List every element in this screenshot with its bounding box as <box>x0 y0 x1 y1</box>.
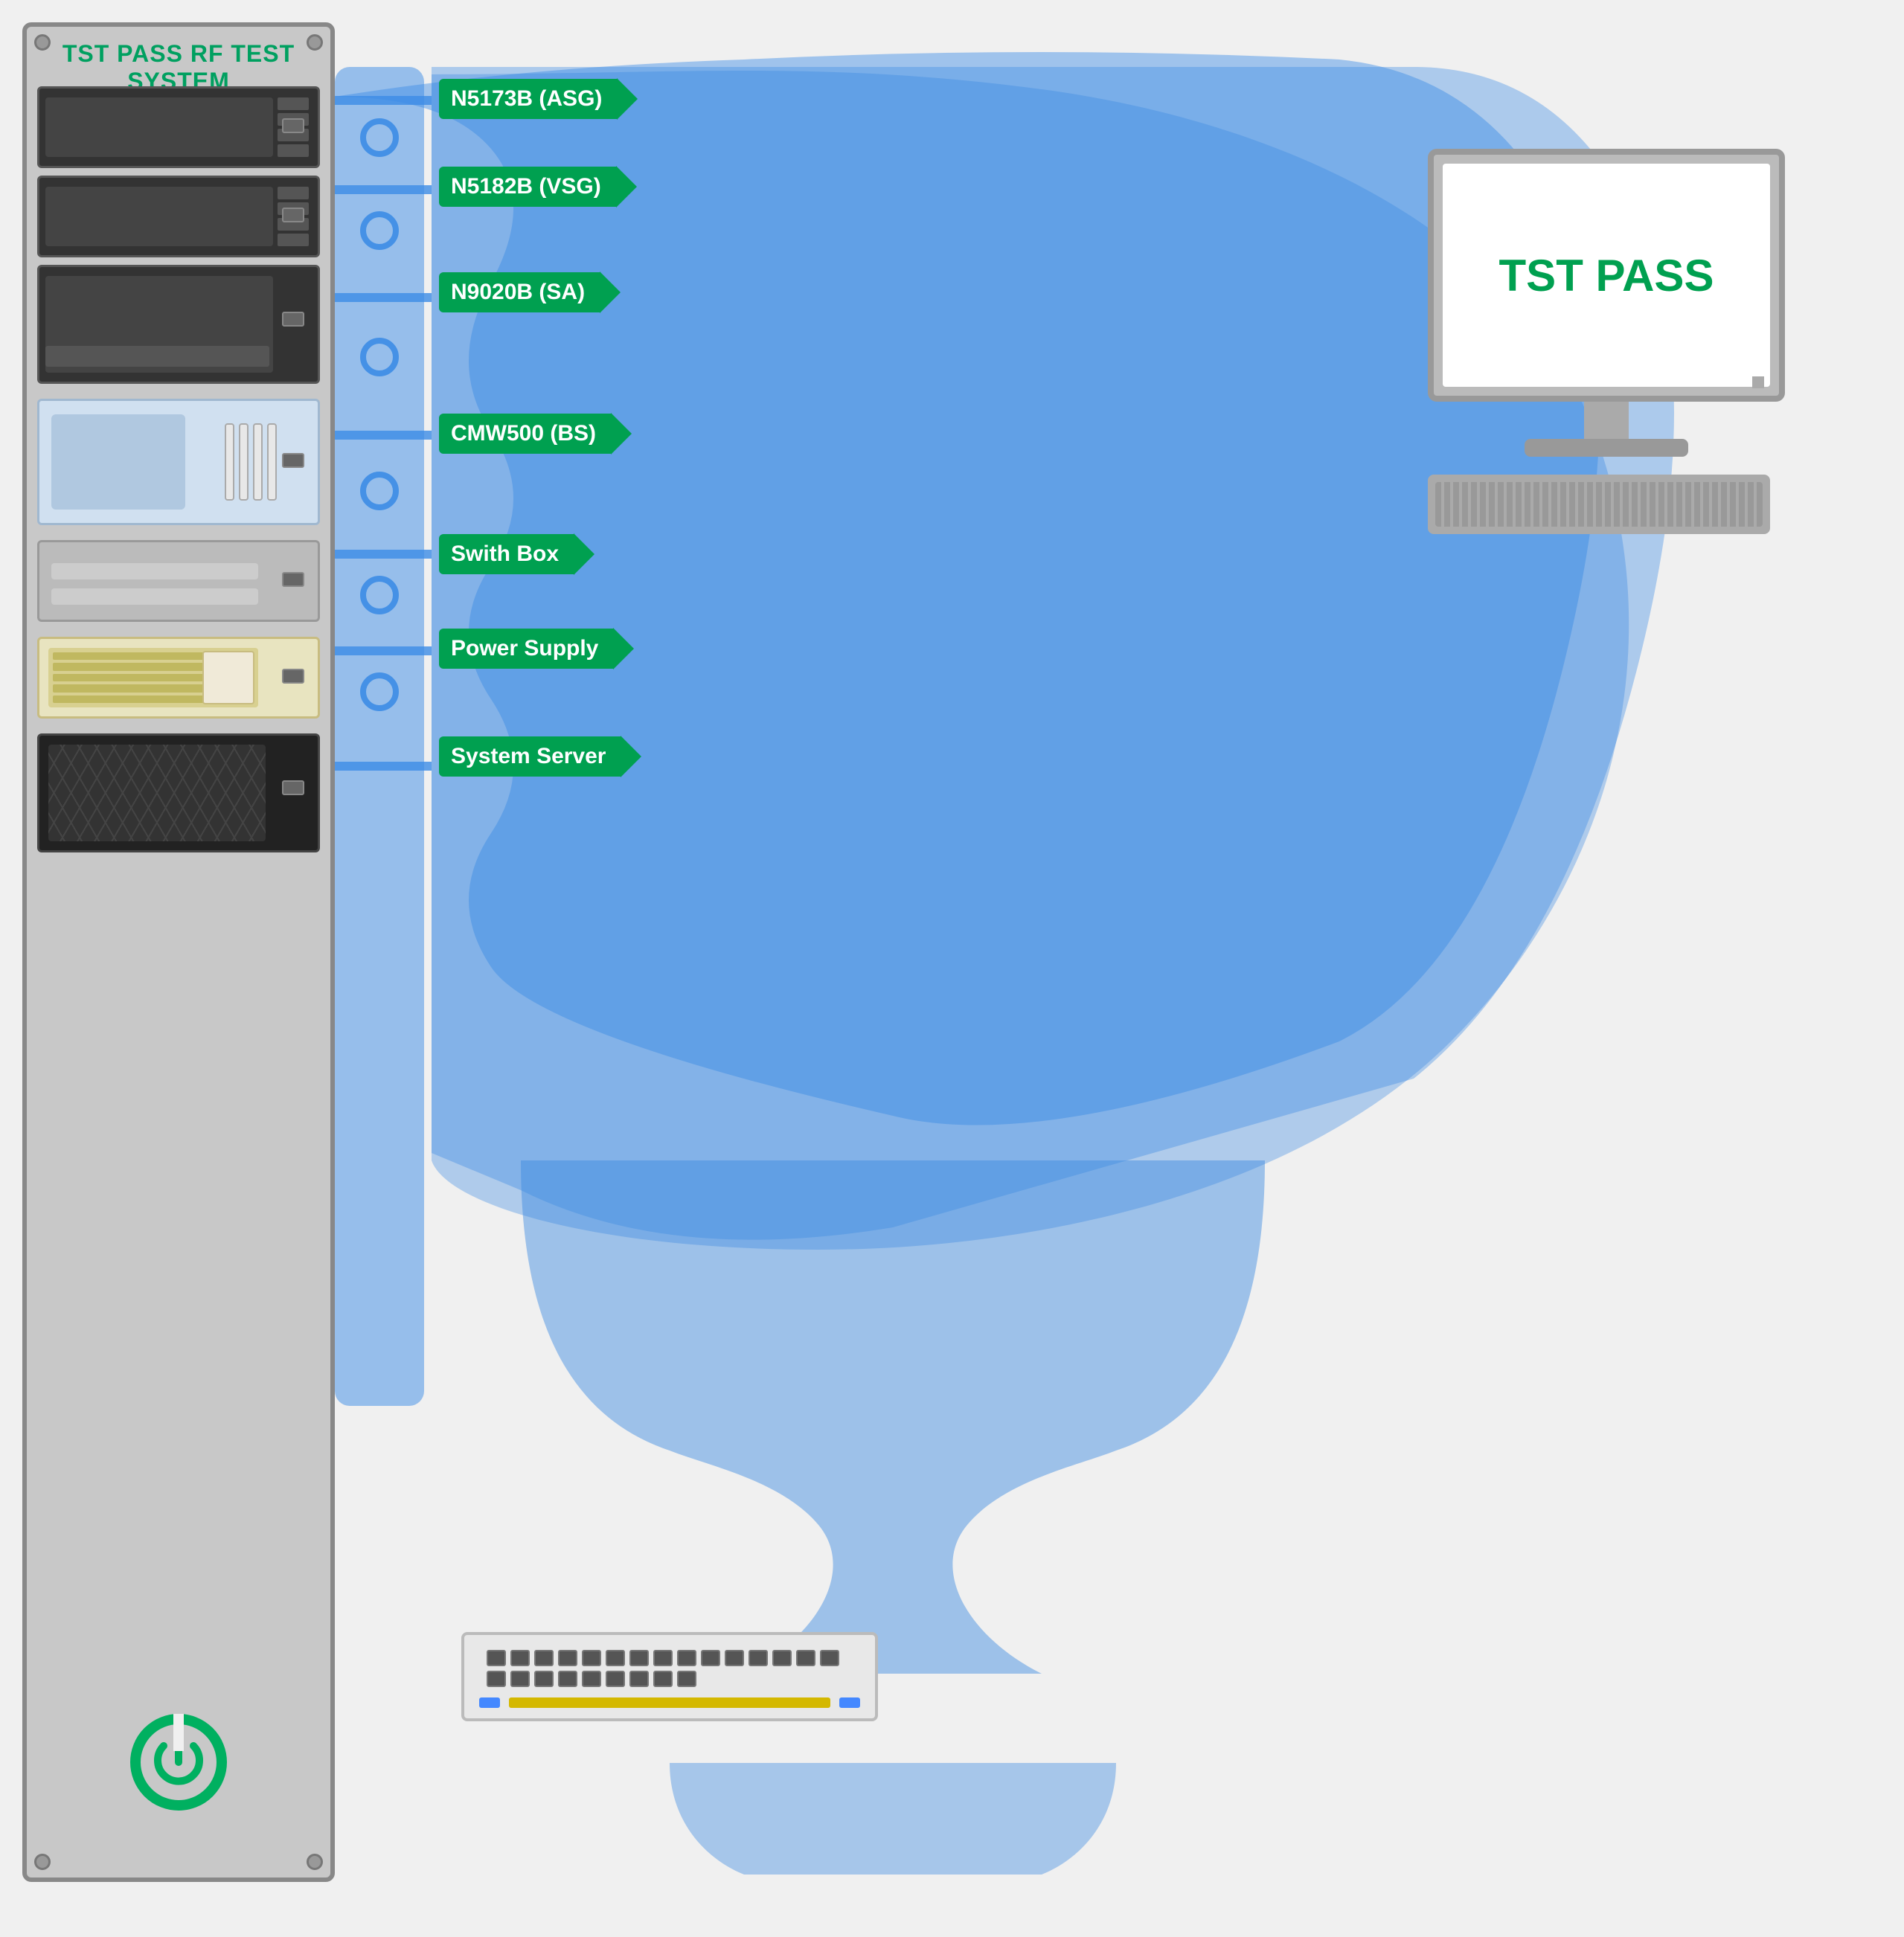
switch-port <box>582 1650 601 1666</box>
switch-led-left <box>479 1697 500 1708</box>
monitor-stand <box>1584 402 1629 439</box>
rj45-ps <box>282 669 304 684</box>
monitor-screen: TST PASS <box>1443 164 1770 387</box>
label-ps: Power Supply <box>439 629 613 669</box>
switch-port <box>534 1650 554 1666</box>
rack: TST PASS RF TEST SYSTEM <box>22 22 335 1882</box>
label-bs: CMW500 (BS) <box>439 414 611 454</box>
computer-label: TST PASS <box>1499 250 1714 301</box>
label-srv-text: System Server <box>439 736 621 777</box>
slot-asg <box>37 86 320 168</box>
switch-port <box>510 1650 530 1666</box>
switch-port <box>653 1671 673 1687</box>
rj45-srv <box>282 780 304 795</box>
switch-port <box>629 1650 649 1666</box>
asg-inner <box>45 97 273 157</box>
slot-sa <box>37 265 320 384</box>
sw-bar1 <box>51 563 258 579</box>
switch-port <box>582 1671 601 1687</box>
switch-led-right <box>839 1697 860 1708</box>
switch-port <box>629 1671 649 1687</box>
vent-line <box>278 144 309 157</box>
monitor: TST PASS <box>1428 149 1785 402</box>
screw-br <box>307 1854 323 1870</box>
screw-bl <box>34 1854 51 1870</box>
hex-pattern <box>48 745 266 841</box>
slot-vsg <box>37 176 320 257</box>
bs-screen <box>51 414 185 510</box>
monitor-base <box>1525 439 1688 457</box>
switch-bar <box>509 1697 830 1708</box>
slot-bs <box>37 399 320 525</box>
monitor-led <box>1752 376 1764 388</box>
slot-srv <box>37 733 320 852</box>
label-sw: Swith Box <box>439 534 574 574</box>
switch-port <box>749 1650 768 1666</box>
vsg-inner <box>45 187 273 246</box>
network-switch <box>461 1632 878 1721</box>
rj45-sw <box>282 572 304 587</box>
label-bs-text: CMW500 (BS) <box>439 414 611 454</box>
bs-btn-3 <box>253 423 263 501</box>
rj45-bs <box>282 453 304 468</box>
computer: TST PASS <box>1428 149 1785 534</box>
rj45-sa <box>282 312 304 327</box>
label-vsg: N5182B (VSG) <box>439 167 616 207</box>
label-sa: N9020B (SA) <box>439 272 600 312</box>
label-asg: N5173B (ASG) <box>439 79 617 119</box>
power-icon <box>149 1732 208 1792</box>
sw-bar2 <box>51 588 258 605</box>
label-vsg-text: N5182B (VSG) <box>439 167 616 207</box>
switch-port <box>653 1650 673 1666</box>
label-sw-text: Swith Box <box>439 534 574 574</box>
label-asg-text: N5173B (ASG) <box>439 79 617 119</box>
switch-port <box>558 1650 577 1666</box>
vent-line <box>278 187 309 199</box>
bs-btn-2 <box>239 423 249 501</box>
switch-port <box>606 1671 625 1687</box>
switch-port <box>796 1650 815 1666</box>
switch-port <box>606 1650 625 1666</box>
switch-port <box>820 1650 839 1666</box>
switch-port <box>487 1650 506 1666</box>
switch-port <box>487 1671 506 1687</box>
switch-port <box>725 1650 744 1666</box>
slot-sw <box>37 540 320 622</box>
power-button[interactable] <box>130 1714 227 1811</box>
switch-ports <box>487 1650 853 1687</box>
label-srv: System Server <box>439 736 621 777</box>
switch-port <box>701 1650 720 1666</box>
srv-hex <box>48 745 266 841</box>
slot-ps <box>37 637 320 719</box>
keyboard <box>1428 475 1770 534</box>
bs-buttons <box>225 423 277 501</box>
switch-port <box>534 1671 554 1687</box>
rj45-asg <box>282 118 304 133</box>
bs-btn-1 <box>225 423 234 501</box>
switch-port <box>558 1671 577 1687</box>
ps-label-area <box>202 651 254 704</box>
switch-port <box>677 1650 696 1666</box>
label-ps-text: Power Supply <box>439 629 613 669</box>
switch-port <box>510 1671 530 1687</box>
bs-btn-4 <box>267 423 277 501</box>
rj45-vsg <box>282 208 304 222</box>
label-sa-text: N9020B (SA) <box>439 272 600 312</box>
switch-port <box>677 1671 696 1687</box>
vent-line <box>278 234 309 246</box>
switch-port <box>772 1650 792 1666</box>
vent-line <box>278 97 309 110</box>
power-button-area <box>27 1714 330 1811</box>
sa-sub <box>45 346 269 367</box>
